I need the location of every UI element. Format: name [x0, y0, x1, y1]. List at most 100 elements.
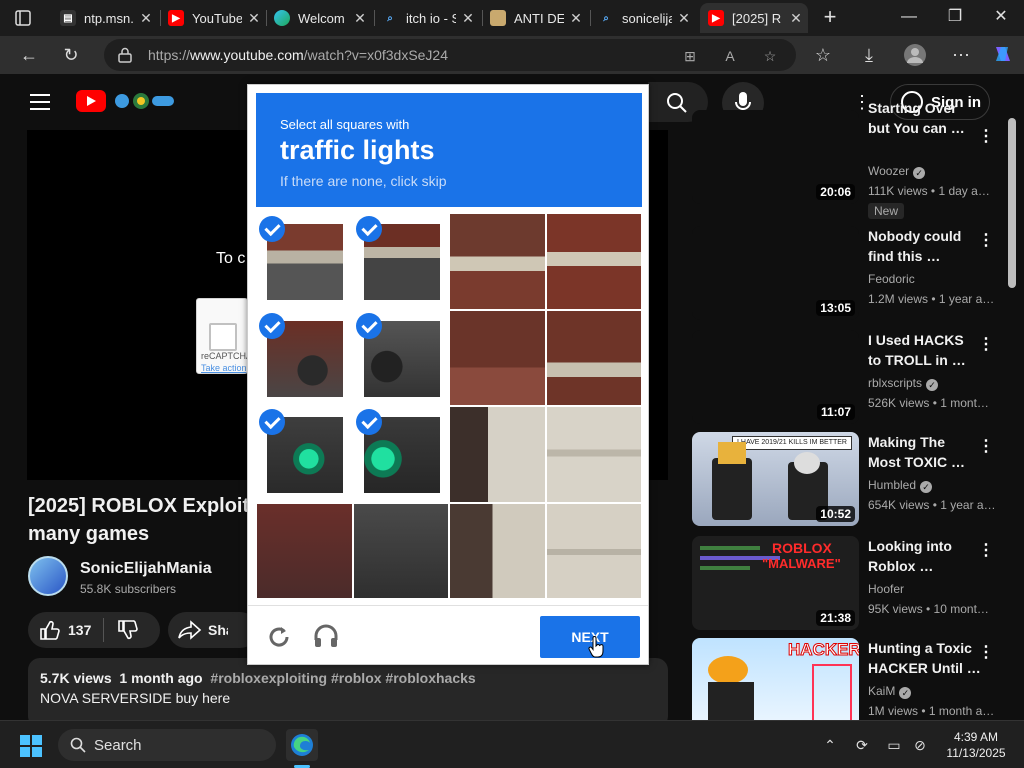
page-scrollbar[interactable] — [1006, 102, 1018, 718]
captcha-tile[interactable] — [545, 309, 642, 406]
video-thumbnail[interactable]: HACKER — [692, 638, 859, 720]
close-tab-icon[interactable]: ✕ — [242, 10, 266, 27]
youtube-logo[interactable] — [76, 90, 106, 112]
captcha-tile[interactable] — [449, 502, 546, 599]
close-tab-icon[interactable]: ✕ — [784, 10, 808, 27]
video-description[interactable]: 5.7K views 1 month ago #robloxexploiting… — [28, 658, 668, 720]
hashtags[interactable]: #robloxexploiting #roblox #robloxhacks — [210, 670, 475, 686]
tab-actions-icon[interactable] — [14, 9, 32, 27]
captcha-tile[interactable] — [545, 502, 642, 599]
recaptcha-link[interactable]: Take action — [201, 363, 247, 373]
related-video[interactable]: 13:05 Nobody could find this … Feodoric 1… — [692, 226, 1012, 326]
restore-button[interactable]: ❐ — [932, 6, 978, 30]
tab-title: YouTube — [192, 10, 242, 26]
refresh-button[interactable]: ↻ — [58, 43, 84, 67]
captcha-tile[interactable] — [256, 213, 353, 310]
captcha-tile[interactable] — [352, 309, 449, 406]
like-button[interactable]: 137 — [38, 619, 91, 641]
captcha-tile[interactable] — [449, 309, 546, 406]
close-tab-icon[interactable]: ✕ — [134, 10, 158, 27]
more-options-icon[interactable]: ⋮ — [978, 540, 994, 560]
captcha-tile[interactable] — [545, 213, 642, 310]
close-tab-icon[interactable]: ✕ — [672, 10, 696, 27]
captcha-tile[interactable] — [352, 406, 449, 503]
captcha-tile[interactable] — [352, 502, 449, 599]
recaptcha-checkbox[interactable] — [209, 323, 237, 351]
more-options-icon[interactable]: ⋮ — [978, 436, 994, 456]
channel-avatar[interactable] — [28, 556, 68, 596]
video-thumbnail[interactable]: ROBLOX "MALWARE" 21:38 — [692, 536, 859, 630]
back-button[interactable]: ← — [16, 43, 42, 67]
captcha-tile[interactable] — [449, 213, 546, 310]
tab-sonicelijah-search[interactable]: ⌕ sonicelija ✕ — [590, 3, 696, 33]
tab-active-video[interactable]: ▶ [2025] R ✕ — [700, 3, 808, 33]
captcha-tile[interactable] — [256, 309, 353, 406]
captcha-tile[interactable] — [545, 406, 642, 503]
system-clock[interactable]: 4:39 AM 11/13/2025 — [936, 729, 1016, 761]
close-tab-icon[interactable]: ✕ — [348, 10, 372, 27]
recaptcha-widget[interactable]: reCAPTCHA Take action — [196, 298, 248, 374]
related-video-title: Nobody could find this … — [868, 228, 962, 264]
video-thumbnail[interactable]: 13:05 — [692, 226, 859, 320]
related-video[interactable]: I HAVE 2019/21 KILLS IM BETTER 10:52 Mak… — [692, 432, 1012, 532]
related-video[interactable]: HACKER Hunting a Toxic HACKER Until … Kai… — [692, 638, 1012, 720]
captcha-tile[interactable] — [256, 406, 353, 503]
scrollbar-thumb[interactable] — [1008, 118, 1016, 288]
channel-name[interactable]: SonicElijahMania — [80, 560, 212, 578]
video-thumbnail[interactable]: I HAVE 2019/21 KILLS IM BETTER 10:52 — [692, 432, 859, 526]
thumbs-down-icon[interactable] — [116, 619, 139, 641]
network-icon[interactable]: ⊘ — [910, 735, 930, 755]
more-options-icon[interactable]: ⋮ — [978, 230, 994, 250]
edge-taskbar-icon[interactable] — [286, 729, 318, 761]
app-available-icon[interactable]: ⊞ — [680, 46, 700, 66]
tab-welcome[interactable]: Welcom ✕ — [266, 3, 372, 33]
youtube-doodle[interactable] — [108, 88, 178, 114]
taskbar-search[interactable]: Search — [58, 729, 276, 761]
copilot-icon[interactable] — [990, 43, 1016, 67]
tab-msn[interactable]: ▤ ntp.msn. ✕ — [52, 3, 158, 33]
related-video[interactable]: 11:07 I Used HACKS to TROLL in … rblxscri… — [692, 330, 1012, 430]
profile-icon[interactable] — [902, 43, 928, 67]
captcha-tile[interactable] — [256, 502, 353, 599]
related-channel[interactable]: Hoofer — [868, 582, 904, 596]
related-video[interactable]: 20:06 Starting Over but You can … Woozer ✓… — [692, 100, 1012, 219]
display-icon[interactable]: ▭ — [884, 735, 904, 755]
read-aloud-icon[interactable]: A — [720, 46, 740, 66]
close-tab-icon[interactable]: ✕ — [564, 10, 588, 27]
favorites-icon[interactable]: ☆ — [810, 43, 836, 67]
related-video-title: Making The Most TOXIC … — [868, 434, 965, 470]
related-channel[interactable]: Feodoric — [868, 272, 915, 286]
minimize-button[interactable]: — — [886, 6, 932, 30]
chevron-up-icon[interactable]: ⌃ — [820, 735, 840, 755]
headphones-icon[interactable] — [312, 622, 340, 650]
settings-more-icon[interactable]: ⋯ — [948, 43, 974, 67]
address-bar[interactable]: https://www.youtube.com/watch?v=x0f3dxSe… — [104, 39, 796, 71]
related-video[interactable]: ROBLOX "MALWARE" 21:38 Looking into Roblo… — [692, 536, 1012, 636]
tab-youtube[interactable]: ▶ YouTube ✕ — [160, 3, 266, 33]
more-actions-partial[interactable] — [228, 612, 248, 648]
tab-anti-de[interactable]: ANTI DE ✕ — [482, 3, 588, 33]
close-tab-icon[interactable]: ✕ — [456, 10, 480, 27]
more-options-icon[interactable]: ⋮ — [978, 126, 994, 146]
tab-itch-search[interactable]: ⌕ itch io - S ✕ — [374, 3, 480, 33]
captcha-tile[interactable] — [449, 406, 546, 503]
close-window-button[interactable]: ✕ — [978, 6, 1024, 30]
related-channel[interactable]: rblxscripts ✓ — [868, 376, 939, 391]
reload-icon[interactable] — [266, 624, 292, 650]
menu-icon[interactable] — [30, 94, 50, 110]
more-options-icon[interactable]: ⋮ — [978, 642, 994, 662]
captcha-image-grid — [256, 213, 642, 599]
new-tab-button[interactable]: + — [818, 6, 842, 30]
windows-start-icon[interactable] — [20, 735, 42, 757]
captcha-footer: NEXT — [248, 605, 648, 665]
favorite-star-icon[interactable]: ☆ — [760, 46, 780, 66]
related-channel[interactable]: Humbled ✓ — [868, 478, 933, 493]
downloads-icon[interactable]: ⤓ — [856, 43, 882, 67]
related-channel[interactable]: Woozer ✓ — [868, 164, 926, 179]
captcha-tile[interactable] — [352, 213, 449, 310]
sync-icon[interactable]: ⟳ — [852, 735, 872, 755]
video-thumbnail[interactable]: 20:06 — [692, 110, 859, 204]
more-options-icon[interactable]: ⋮ — [978, 334, 994, 354]
video-thumbnail[interactable]: 11:07 — [692, 330, 859, 424]
related-channel[interactable]: KaiM ✓ — [868, 684, 912, 699]
